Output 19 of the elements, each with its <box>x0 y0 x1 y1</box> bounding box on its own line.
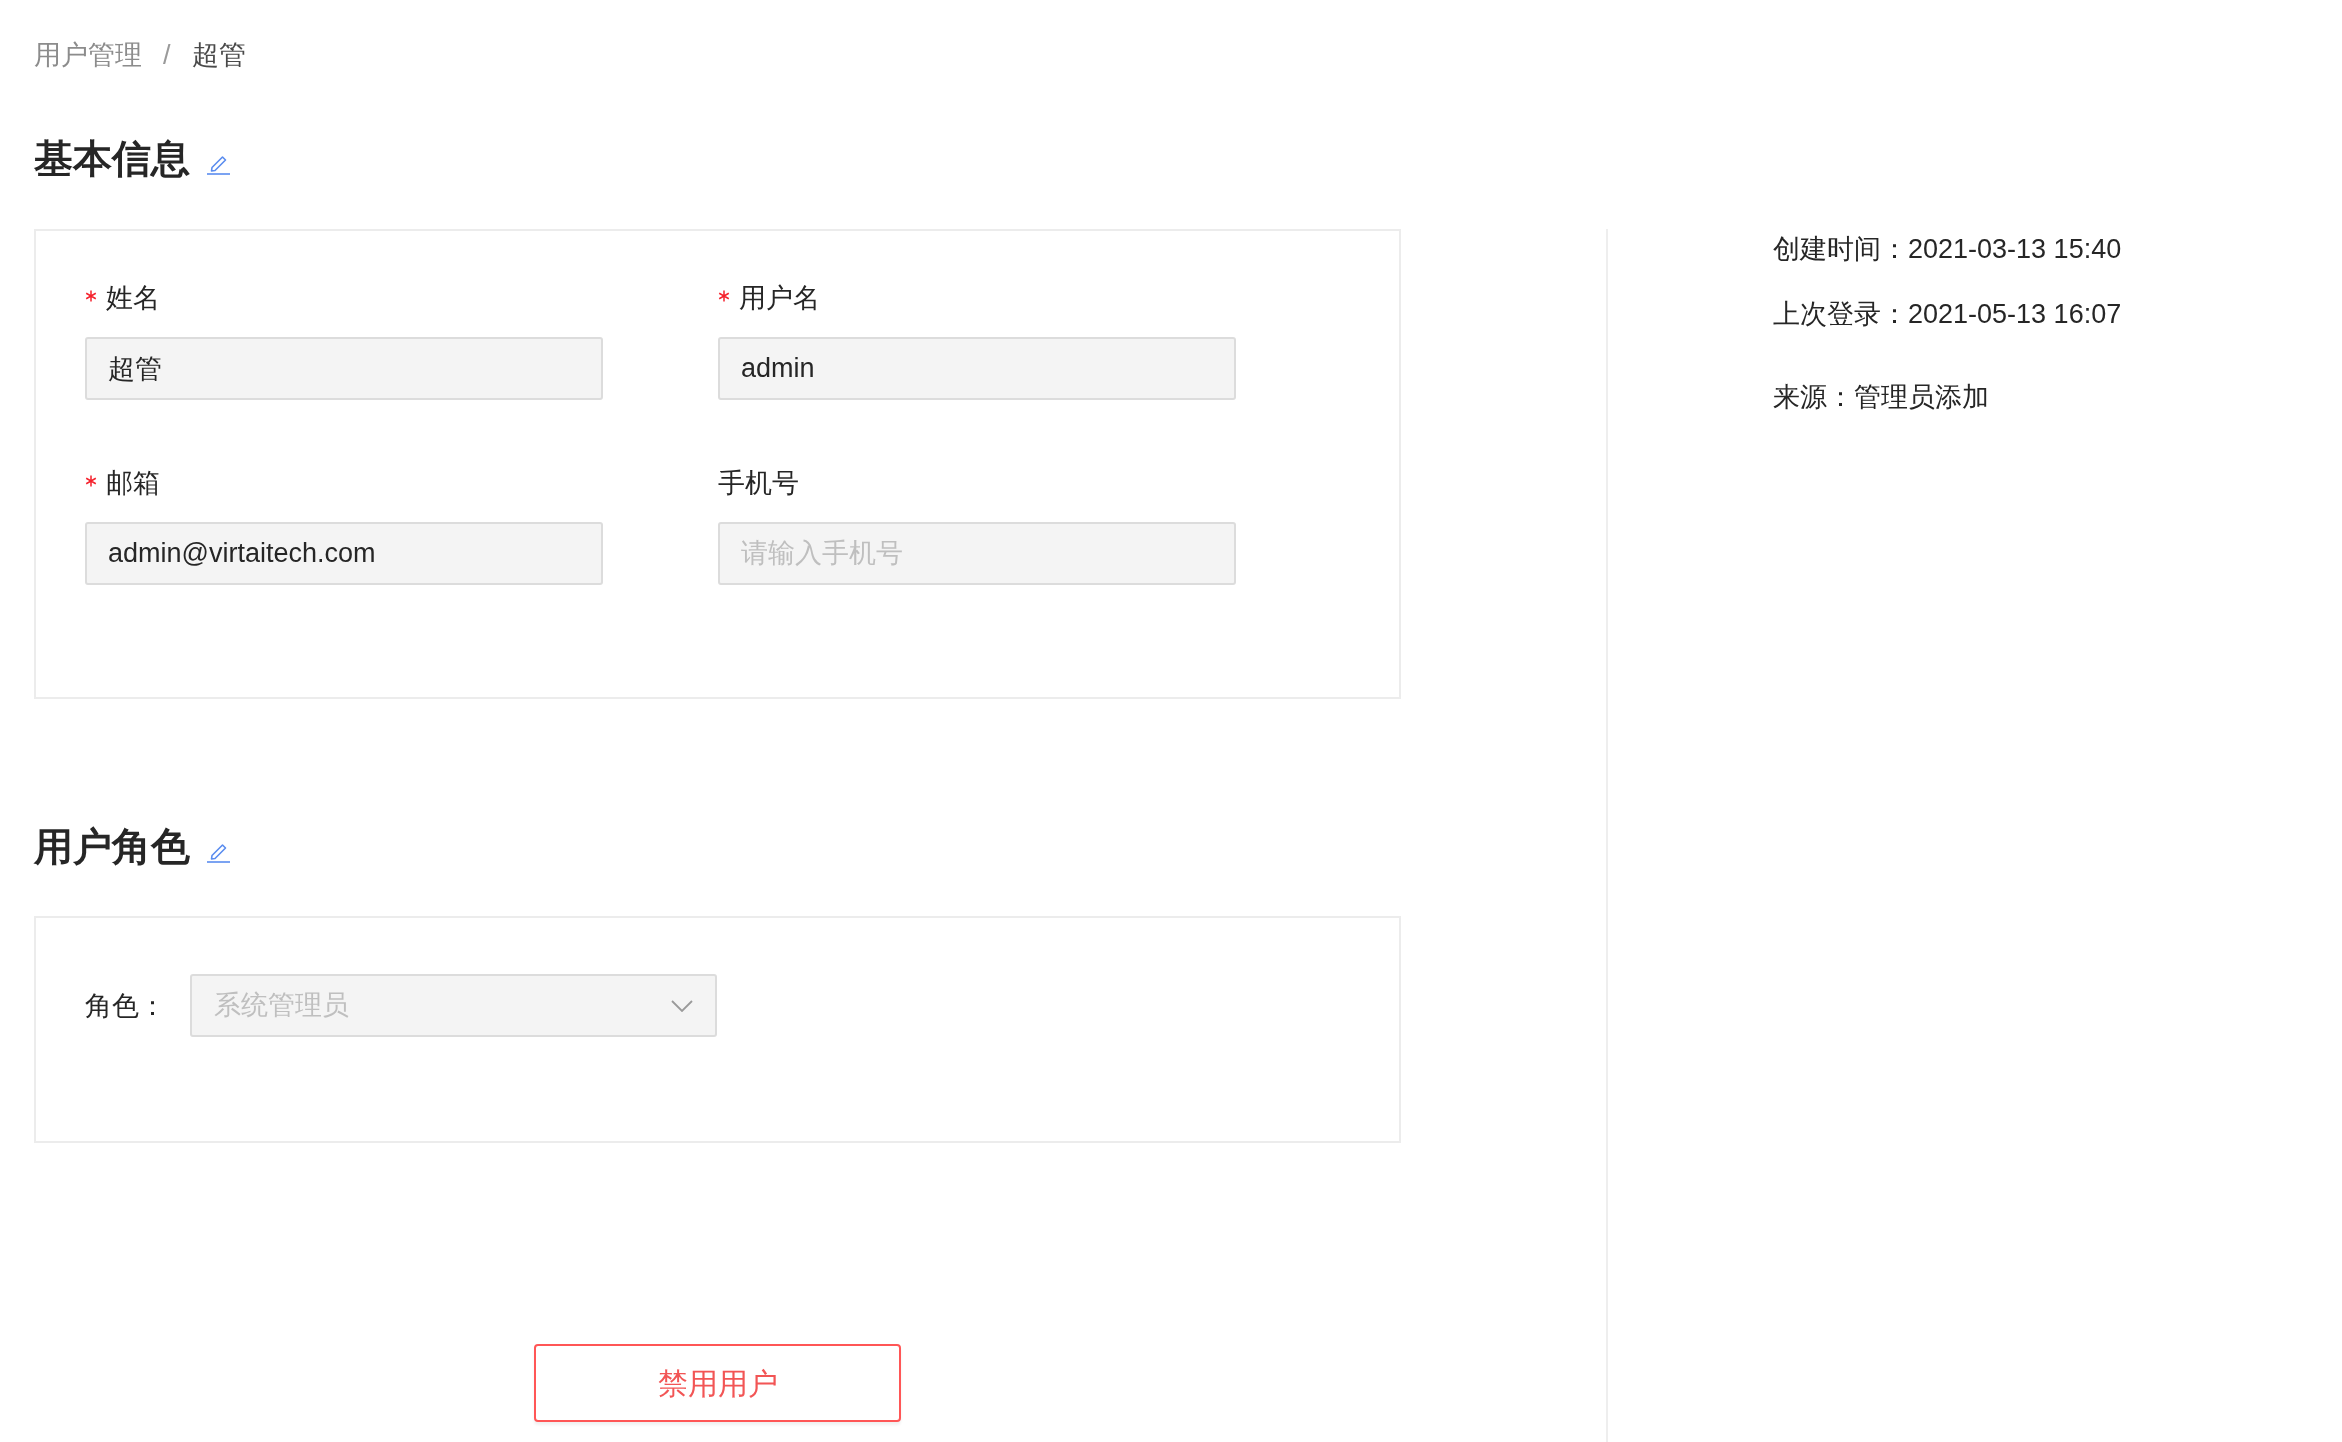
input-field[interactable]: admin@virtaitech.com <box>85 522 603 585</box>
info-label: 来源： <box>1773 381 1854 414</box>
breadcrumb-separator: / <box>163 39 171 72</box>
info-value: 管理员添加 <box>1854 381 1989 414</box>
breadcrumb-current: 超管 <box>191 39 246 72</box>
info-label: 上次登录： <box>1773 298 1908 331</box>
info-value: 2021-03-13 15:40 <box>1908 233 2122 266</box>
info-value: 2021-05-13 16:07 <box>1908 298 2122 331</box>
section-title: 基本信息 <box>34 136 190 182</box>
chevron-down-icon <box>671 999 693 1012</box>
info-label: 创建时间： <box>1773 233 1908 266</box>
field-label: 手机号 <box>718 467 799 500</box>
input-field[interactable]: admin <box>718 337 1236 400</box>
field-label: 用户名 <box>739 282 820 315</box>
field-label: 姓名 <box>106 282 160 315</box>
section-title: 用户角色 <box>34 824 190 870</box>
input-field[interactable]: 超管 <box>85 337 603 400</box>
field-label: 邮箱 <box>106 467 160 500</box>
field-label: 角色： <box>85 989 166 1023</box>
